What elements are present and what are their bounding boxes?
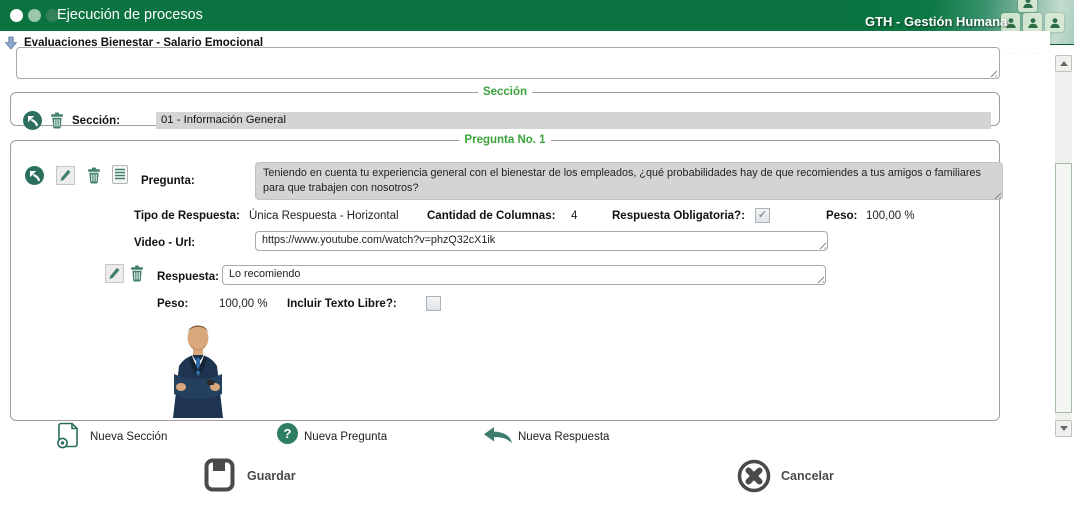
response-type-value: Única Respuesta - Horizontal <box>249 210 399 222</box>
required-label: Respuesta Obligatoria?: <box>612 210 745 222</box>
people-cube-icon <box>1023 13 1042 32</box>
section-legend: Sección <box>482 86 528 98</box>
process-execution-window: Ejecución de procesos GTH - Gestión Huma… <box>0 0 1074 515</box>
scroll-up-arrow-icon <box>1059 61 1068 66</box>
new-answer-label[interactable]: Nueva Respuesta <box>518 431 609 443</box>
people-cube-icon <box>1045 13 1064 32</box>
answer-weight-value: 100,00 % <box>219 298 268 310</box>
new-question-label[interactable]: Nueva Pregunta <box>304 431 387 443</box>
video-url-input[interactable]: https://www.youtube.com/watch?v=phzQ32cX… <box>255 231 828 251</box>
scroll-down-arrow-icon <box>1059 426 1068 431</box>
columns-value: 4 <box>571 210 578 222</box>
pencil-icon <box>109 267 120 280</box>
window-dot-icon <box>28 9 41 22</box>
scroll-up-button[interactable] <box>1055 55 1072 72</box>
question-edit-button[interactable] <box>56 166 75 185</box>
trash-icon <box>51 112 63 129</box>
scroll-down-button[interactable] <box>1055 420 1072 437</box>
section-delete-button[interactable] <box>50 112 64 129</box>
question-return-button[interactable] <box>25 166 44 185</box>
pencil-icon <box>60 169 71 182</box>
cancel-x-icon <box>737 459 771 493</box>
window-dots <box>10 9 59 22</box>
brand-label: GTH - Gestión Humana <box>865 14 1008 29</box>
new-answer-button[interactable] <box>483 426 513 444</box>
question-delete-button[interactable] <box>87 167 101 184</box>
save-label[interactable]: Guardar <box>247 469 296 483</box>
free-text-label: Incluir Texto Libre?: <box>287 298 397 310</box>
section-label: Sección: <box>72 114 120 127</box>
video-url-label: Video - Url: <box>134 237 196 249</box>
vertical-scrollbar[interactable] <box>1055 55 1072 437</box>
document-icon <box>115 168 125 180</box>
section-name-input[interactable]: 01 - Información General <box>156 112 991 129</box>
answer-edit-button[interactable] <box>105 264 124 283</box>
answer-input[interactable]: Lo recomiendo <box>222 265 826 285</box>
scrollbar-thumb[interactable] <box>1055 163 1072 413</box>
new-section-label[interactable]: Nueva Sección <box>90 431 167 443</box>
answer-weight-label: Peso: <box>157 298 189 310</box>
question-textarea[interactable]: Teniendo en cuenta tu experiencia genera… <box>255 162 1003 200</box>
save-icon <box>204 458 235 492</box>
cancel-button[interactable] <box>737 459 771 493</box>
return-arrow-icon <box>23 111 42 130</box>
new-question-button[interactable]: ? <box>277 423 298 444</box>
trash-icon <box>88 167 100 184</box>
question-weight-value: 100,00 % <box>866 210 915 222</box>
section-fieldset: Sección Sección: 01 - Información Genera… <box>10 86 1000 130</box>
window-dot-icon <box>10 9 23 22</box>
answer-person-photo <box>159 314 237 418</box>
return-arrow-icon <box>25 166 44 185</box>
save-button[interactable] <box>204 458 235 492</box>
answer-label: Respuesta: <box>157 271 219 283</box>
cancel-label[interactable]: Cancelar <box>781 469 834 483</box>
columns-label: Cantidad de Columnas: <box>427 210 556 222</box>
window-title: Ejecución de procesos <box>57 7 203 23</box>
reply-arrow-icon <box>484 427 512 443</box>
required-checkbox[interactable]: ✓ <box>755 208 770 223</box>
question-notes-button[interactable] <box>112 165 128 184</box>
people-cube-icon <box>1018 0 1037 12</box>
section-return-button[interactable] <box>23 111 42 130</box>
response-type-label: Tipo de Respuesta: <box>134 210 240 222</box>
answer-delete-button[interactable] <box>130 265 144 282</box>
new-page-icon <box>57 422 78 449</box>
question-label: Pregunta: <box>141 175 195 187</box>
question-weight-label: Peso: <box>826 210 858 222</box>
question-legend: Pregunta No. 1 <box>464 134 546 146</box>
free-text-checkbox[interactable] <box>426 296 441 311</box>
question-fieldset: Pregunta No. 1 Pregunta: Teniendo en cue… <box>10 134 1003 421</box>
new-section-button[interactable] <box>57 422 81 449</box>
description-textarea[interactable] <box>16 47 1000 79</box>
trash-icon <box>131 265 143 282</box>
